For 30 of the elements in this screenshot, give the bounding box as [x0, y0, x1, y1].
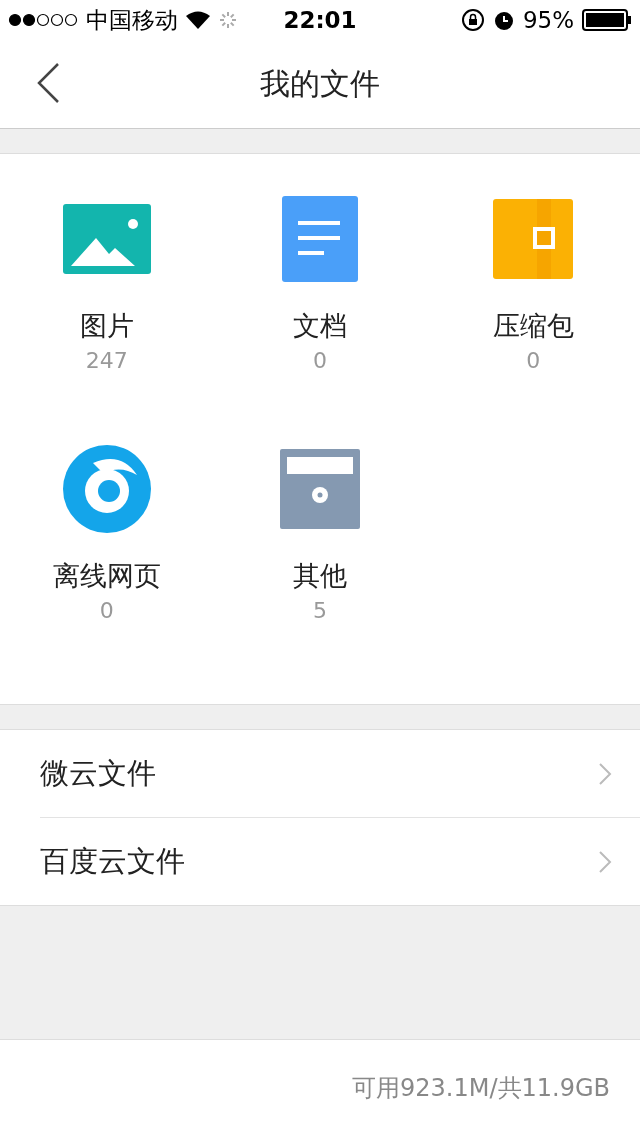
rotation-lock-icon: [460, 8, 485, 32]
category-label[interactable]: 压缩包: [492, 308, 574, 344]
page-title: 我的文件: [260, 64, 380, 103]
chevron-right-icon: [598, 849, 612, 874]
carrier-name: 中国移动: [86, 5, 178, 35]
clock-time: 22:01: [283, 7, 357, 33]
file-count: 0: [313, 348, 327, 373]
spinner-icon: [218, 10, 238, 30]
category-label[interactable]: 图片: [79, 308, 134, 344]
chevron-right-icon: [598, 761, 612, 786]
battery-percent: 95%: [522, 7, 574, 33]
category-label[interactable]: 其他: [293, 558, 347, 594]
file-count: 0: [526, 348, 541, 373]
document-icon: [282, 196, 358, 282]
file-count: 247: [85, 348, 128, 373]
file-count: 0: [99, 598, 114, 623]
image-icon: [62, 204, 151, 274]
file-count: 5: [313, 598, 327, 623]
signal-icon: [8, 13, 78, 27]
list-item[interactable]: 百度云文件: [40, 818, 640, 905]
battery-icon: [582, 9, 632, 31]
archive-icon: [493, 199, 574, 279]
alarm-icon: [492, 9, 515, 31]
box-icon: [280, 449, 360, 529]
globe-swirl-icon: [62, 445, 151, 533]
category-label[interactable]: 离线网页: [52, 558, 161, 594]
wifi-icon: [186, 11, 210, 29]
list-item[interactable]: 微云文件: [40, 730, 640, 818]
storage-info: 可用923.1M/共11.9GB: [352, 1073, 610, 1104]
category-label[interactable]: 文档: [293, 308, 347, 344]
